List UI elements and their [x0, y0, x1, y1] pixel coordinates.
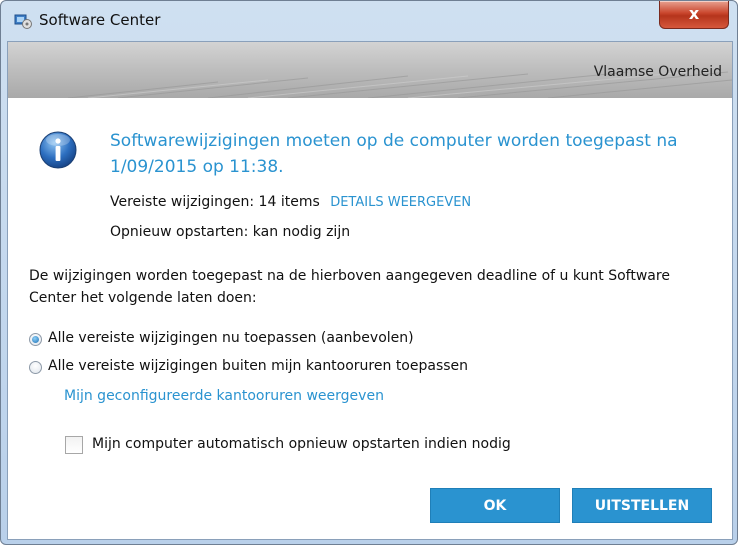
dialog-body: Vlaamse Overheid Softwarewijzigingen moe…: [7, 41, 733, 540]
details-link[interactable]: DETAILS WEERGEVEN: [330, 195, 471, 210]
close-icon: x: [688, 4, 700, 23]
required-changes-row: Vereiste wijzigingen: 14 items DETAILS W…: [110, 194, 471, 210]
auto-restart-label[interactable]: Mijn computer automatisch opnieuw opstar…: [92, 436, 511, 452]
option-apply-now-label[interactable]: Alle vereiste wijzigingen nu toepassen (…: [48, 330, 414, 346]
header-banner: Vlaamse Overheid: [8, 42, 732, 98]
deadline-headline: Softwarewijzigingen moeten op de compute…: [110, 131, 678, 177]
ok-button[interactable]: OK: [430, 488, 560, 523]
postpone-button[interactable]: UITSTELLEN: [572, 488, 712, 523]
auto-restart-checkbox[interactable]: [65, 436, 83, 454]
radio-apply-outside-hours[interactable]: [29, 361, 42, 374]
instructions-paragraph: De wijzigingen worden toegepast na de hi…: [29, 268, 670, 306]
window-title: Software Center: [39, 11, 161, 29]
required-changes-label: Vereiste wijzigingen: 14 items: [110, 194, 320, 210]
software-center-dialog: Software Center x Vlaamse Overheid Softw…: [0, 0, 738, 545]
option-apply-outside-hours-label[interactable]: Alle vereiste wijzigingen buiten mijn ka…: [48, 358, 468, 374]
radio-apply-now[interactable]: [29, 333, 42, 346]
software-center-icon: [14, 14, 32, 29]
info-icon: [39, 131, 77, 169]
close-button[interactable]: x: [659, 1, 729, 29]
restart-status: Opnieuw opstarten: kan nodig zijn: [110, 224, 351, 240]
title-bar[interactable]: Software Center x: [1, 1, 737, 41]
business-hours-link[interactable]: Mijn geconfigureerde kantooruren weergev…: [64, 388, 384, 404]
organization-name: Vlaamse Overheid: [593, 64, 722, 80]
